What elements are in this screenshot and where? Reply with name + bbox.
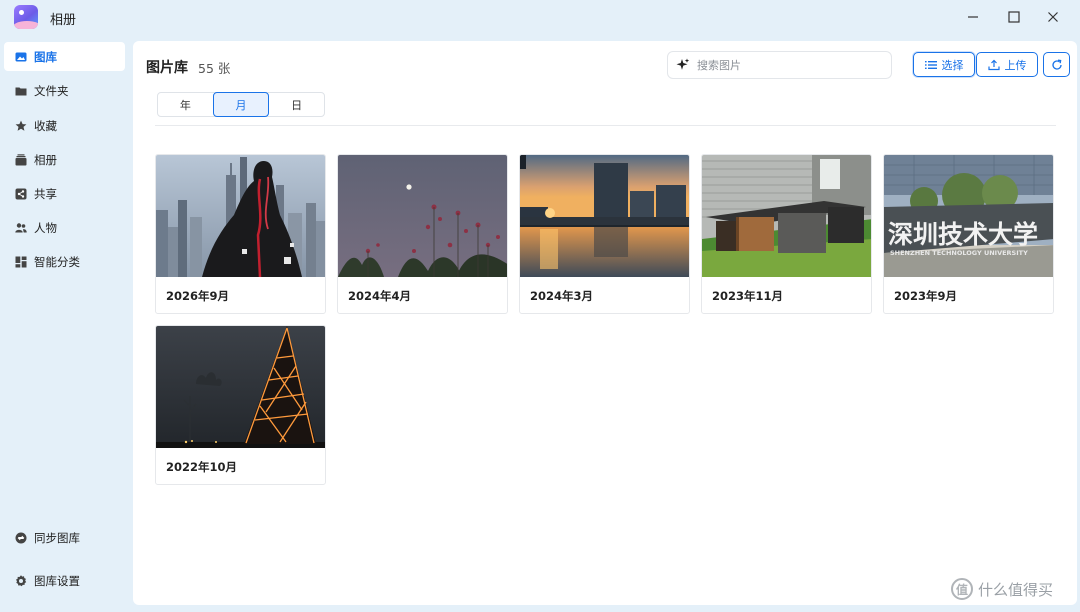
album-thumbnail [156,155,325,277]
star-icon [15,120,27,132]
maximize-button[interactable] [999,4,1029,30]
sidebar-item-share[interactable]: 共享 [4,179,125,208]
watermark-text: 什么值得买 [978,580,1054,599]
sync-icon [15,532,27,544]
gear-icon [15,574,27,587]
album-date: 2024年3月 [530,289,594,303]
sidebar-item-label: 人物 [34,220,57,235]
view-day-button[interactable]: 日 [269,93,324,116]
sign-main-text: 深圳技术大学 [888,220,1038,249]
header-divider [155,125,1056,126]
album-thumbnail: 深圳技术大学 SHENZHEN TECHNOLOGY UNIVERSITY [884,155,1053,277]
watermark-logo-icon: 值 [951,578,973,600]
sidebar-item-label: 图库设置 [34,573,80,588]
sidebar-item-label: 相册 [34,152,57,167]
refresh-button[interactable] [1043,52,1070,77]
photo-count: 55 张 [198,61,231,76]
people-icon [15,222,27,234]
sidebar-item-settings[interactable]: 图库设置 [4,566,125,595]
view-month-button[interactable]: 月 [212,92,270,117]
list-icon [924,60,937,69]
sidebar-item-label: 共享 [34,186,57,201]
album-date: 2023年11月 [712,289,784,303]
close-button[interactable] [1038,4,1068,30]
sparkle-icon [676,58,690,70]
sidebar-item-smart-category[interactable]: 智能分类 [4,247,125,276]
category-icon [15,256,27,268]
sidebar-item-favorites[interactable]: 收藏 [4,111,125,140]
sidebar-item-sync[interactable]: 同步图库 [4,523,125,552]
maximize-icon [1008,11,1020,23]
upload-icon [987,59,1000,70]
sign-sub-text: SHENZHEN TECHNOLOGY UNIVERSITY [890,249,1028,257]
view-year-button[interactable]: 年 [158,93,213,116]
album-card[interactable]: 2026年9月 [155,154,326,314]
title-bar: 相册 [0,0,1080,36]
album-date: 2024年4月 [348,289,412,303]
search-box[interactable] [667,51,892,79]
page-title: 图片库 [146,60,188,76]
album-date: 2026年9月 [166,289,230,303]
upload-button[interactable]: 上传 [976,52,1038,77]
album-card[interactable]: 深圳技术大学 SHENZHEN TECHNOLOGY UNIVERSITY 20… [883,154,1054,314]
sidebar-item-people[interactable]: 人物 [4,213,125,242]
share-icon [15,188,27,200]
album-card[interactable]: 2024年4月 [337,154,508,314]
album-date: 2023年9月 [894,289,958,303]
album-card[interactable]: 2023年11月 [701,154,872,314]
album-thumbnail [702,155,871,277]
search-input[interactable] [697,58,887,72]
album-card[interactable]: 2024年3月 [519,154,690,314]
album-thumbnail [520,155,689,277]
sidebar-item-album[interactable]: 相册 [4,145,125,174]
view-toggle: 年 月 日 [157,92,325,117]
minimize-icon [968,16,978,18]
album-thumbnail [156,326,325,448]
refresh-icon [1051,59,1062,70]
app-logo-icon [14,5,38,29]
sidebar: 图库 文件夹 收藏 相册 共享 人物 智能分类 同步图库 图库设置 [0,36,132,612]
main-panel: 图片库 55 张 选择 上传 年 月 日 [133,41,1077,605]
upload-label: 上传 [1004,58,1027,72]
album-thumbnail [338,155,507,277]
select-label: 选择 [941,58,964,72]
album-icon [15,153,27,166]
sidebar-item-label: 图库 [34,49,57,64]
album-card[interactable]: 2022年10月 [155,325,326,485]
album-date: 2022年10月 [166,460,238,474]
gallery-icon [15,51,27,63]
app-title: 相册 [50,13,77,28]
minimize-button[interactable] [958,4,988,30]
watermark: 值 什么值得买 [951,578,1053,600]
sidebar-item-label: 同步图库 [34,530,80,545]
folder-icon [15,85,27,97]
sidebar-item-label: 文件夹 [34,83,69,98]
sidebar-item-gallery[interactable]: 图库 [4,42,125,71]
select-button[interactable]: 选择 [913,52,975,77]
sidebar-item-label: 智能分类 [34,254,80,269]
close-icon [1048,12,1058,22]
sidebar-item-label: 收藏 [34,118,57,133]
sidebar-item-folder[interactable]: 文件夹 [4,76,125,105]
